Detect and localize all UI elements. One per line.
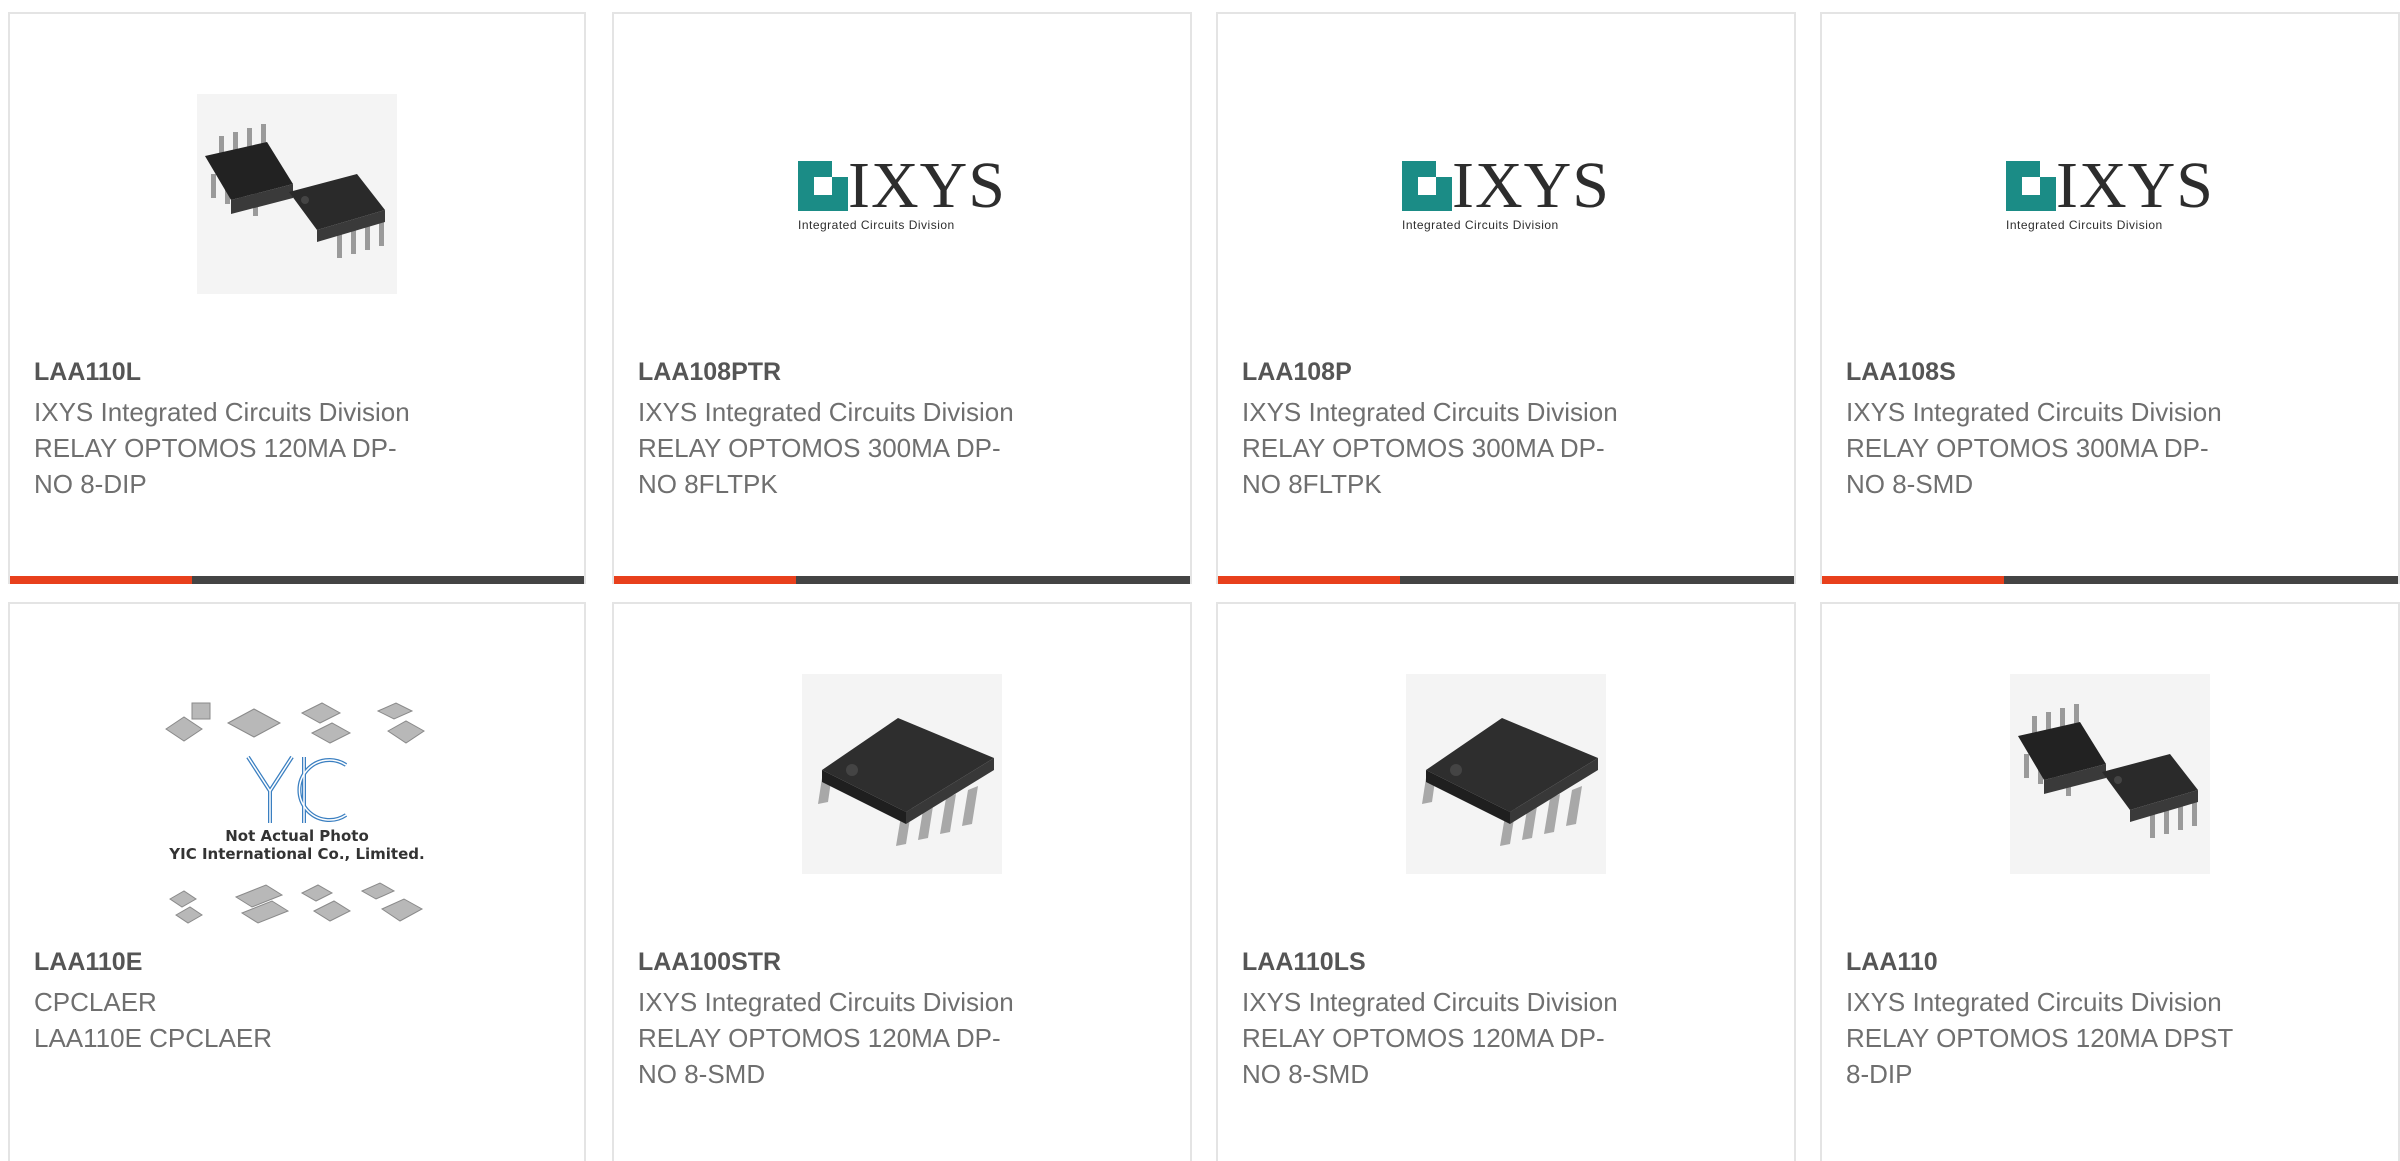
yic-logo-icon xyxy=(246,755,348,823)
product-image[interactable]: Not Actual Photo YIC International Co., … xyxy=(10,694,584,934)
card-accent xyxy=(614,576,796,584)
description-line-1: RELAY OPTOMOS 120MA DPST xyxy=(1846,1023,2234,1053)
product-image[interactable] xyxy=(614,674,1190,874)
product-card[interactable]: LAA110L IXYS Integrated Circuits Divisio… xyxy=(8,12,586,584)
description-line-2: NO 8-DIP xyxy=(34,469,147,499)
description-line-1: RELAY OPTOMOS 120MA DP- xyxy=(1242,1023,1605,1053)
product-card[interactable]: LAA100STR IXYS Integrated Circuits Divis… xyxy=(612,602,1192,1161)
ixys-logo-text: IXYS xyxy=(847,149,1006,222)
part-number[interactable]: LAA108S xyxy=(1846,358,1956,387)
manufacturer: CPCLAER xyxy=(34,987,157,1017)
dip-chip-icon xyxy=(2010,674,2210,874)
ixys-logo: IXYS Integrated Circuits Division xyxy=(797,149,1006,232)
ixys-logo-subtitle: Integrated Circuits Division xyxy=(797,218,955,232)
description-line-1: RELAY OPTOMOS 120MA DP- xyxy=(638,1023,1001,1053)
ixys-logo-text: IXYS xyxy=(1451,149,1610,222)
product-image[interactable]: IXYS Integrated Circuits Division xyxy=(1218,144,1794,244)
description-line-2: NO 8-SMD xyxy=(1242,1059,1370,1089)
manufacturer: IXYS Integrated Circuits Division xyxy=(638,987,1014,1017)
product-card[interactable]: LAA110 IXYS Integrated Circuits Division… xyxy=(1820,602,2400,1161)
description-line-2: 8-DIP xyxy=(1846,1059,1913,1089)
product-card[interactable]: IXYS Integrated Circuits Division LAA108… xyxy=(1216,12,1796,584)
part-number[interactable]: LAA100STR xyxy=(638,948,781,977)
manufacturer: IXYS Integrated Circuits Division xyxy=(1846,987,2222,1017)
manufacturer: IXYS Integrated Circuits Division xyxy=(34,397,410,427)
manufacturer: IXYS Integrated Circuits Division xyxy=(1242,397,1618,427)
part-number[interactable]: LAA108P xyxy=(1242,358,1352,387)
description-line-2: NO 8-SMD xyxy=(1846,469,1974,499)
product-image[interactable] xyxy=(10,84,584,304)
yic-caption-line-2: YIC International Co., Limited. xyxy=(169,845,425,863)
card-bottom-bar xyxy=(614,576,1190,584)
product-image[interactable] xyxy=(1822,674,2398,874)
ixys-logo-subtitle: Integrated Circuits Division xyxy=(2005,218,2163,232)
description-line-1: RELAY OPTOMOS 300MA DP- xyxy=(638,433,1001,463)
yic-caption-line-1: Not Actual Photo xyxy=(225,827,369,845)
card-bottom-bar xyxy=(10,576,584,584)
smd-chip-icon xyxy=(1406,674,1606,874)
product-card[interactable]: IXYS Integrated Circuits Division LAA108… xyxy=(1820,12,2400,584)
part-number[interactable]: LAA110LS xyxy=(1242,948,1366,977)
product-card[interactable]: Not Actual Photo YIC International Co., … xyxy=(8,602,586,1161)
smd-chip-icon xyxy=(802,674,1002,874)
card-accent xyxy=(1218,576,1400,584)
ixys-logo-text: IXYS xyxy=(2055,149,2214,222)
product-card[interactable]: IXYS Integrated Circuits Division LAA108… xyxy=(612,12,1192,584)
product-image[interactable]: IXYS Integrated Circuits Division xyxy=(1822,144,2398,244)
card-accent xyxy=(1822,576,2004,584)
description-line-2: NO 8FLTPK xyxy=(1242,469,1382,499)
card-bottom-bar xyxy=(1822,576,2398,584)
description-line-1: RELAY OPTOMOS 300MA DP- xyxy=(1242,433,1605,463)
ixys-logo: IXYS Integrated Circuits Division xyxy=(1401,149,1610,232)
card-bottom-bar xyxy=(1218,576,1794,584)
ixys-logo-icon xyxy=(2005,161,2056,211)
description-line-2: NO 8FLTPK xyxy=(638,469,778,499)
description-line-1: RELAY OPTOMOS 300MA DP- xyxy=(1846,433,2209,463)
part-number[interactable]: LAA110 xyxy=(1846,948,1938,977)
part-number[interactable]: LAA110L xyxy=(34,358,141,387)
product-image[interactable] xyxy=(1218,674,1794,874)
ixys-logo-icon xyxy=(1401,161,1452,211)
ixys-logo-icon xyxy=(797,161,848,211)
description-line-2: NO 8-SMD xyxy=(638,1059,766,1089)
part-number[interactable]: LAA110E xyxy=(34,948,142,977)
product-image[interactable]: IXYS Integrated Circuits Division xyxy=(614,144,1190,244)
manufacturer: IXYS Integrated Circuits Division xyxy=(1242,987,1618,1017)
card-accent xyxy=(10,576,192,584)
dip-chip-icon xyxy=(197,94,397,294)
description-line-1: RELAY OPTOMOS 120MA DP- xyxy=(34,433,397,463)
chip-packages-icon xyxy=(165,702,425,744)
manufacturer: IXYS Integrated Circuits Division xyxy=(638,397,1014,427)
manufacturer: IXYS Integrated Circuits Division xyxy=(1846,397,2222,427)
description-line-1: LAA110E CPCLAER xyxy=(34,1023,272,1053)
ixys-logo-subtitle: Integrated Circuits Division xyxy=(1401,218,1559,232)
product-card[interactable]: LAA110LS IXYS Integrated Circuits Divisi… xyxy=(1216,602,1796,1161)
ixys-logo: IXYS Integrated Circuits Division xyxy=(2005,149,2214,232)
chip-packages-icon xyxy=(169,882,424,924)
part-number[interactable]: LAA108PTR xyxy=(638,358,781,387)
yic-placeholder-image: Not Actual Photo YIC International Co., … xyxy=(162,701,432,927)
